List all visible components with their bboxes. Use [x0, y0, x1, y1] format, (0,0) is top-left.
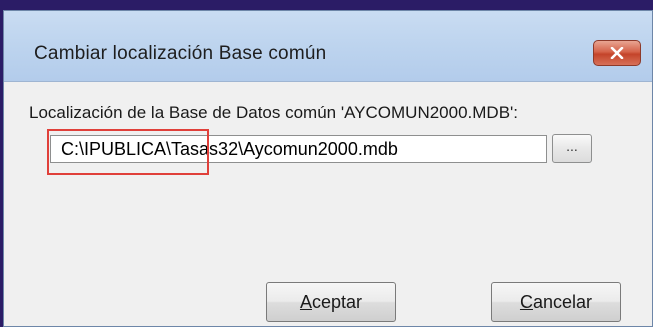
cancel-mnemonic: C [519, 291, 533, 312]
close-icon [610, 47, 624, 59]
location-label: Localización de la Base de Datos común '… [29, 103, 519, 122]
accept-mnemonic: A [299, 291, 312, 312]
close-button[interactable] [593, 40, 641, 66]
cancel-button[interactable]: Cancelar [491, 282, 621, 322]
accept-button[interactable]: Aceptar [266, 282, 396, 322]
browse-button[interactable]: ... [552, 134, 592, 163]
path-input[interactable] [50, 135, 547, 163]
dialog-window: Cambiar localización Base común Localiza… [3, 10, 653, 327]
window-title: Cambiar localización Base común [34, 43, 327, 64]
accept-label-rest: ceptar [311, 291, 363, 312]
dialog-content: Localización de la Base de Datos común '… [4, 82, 652, 326]
title-bar[interactable]: Cambiar localización Base común [4, 11, 652, 82]
cancel-label-rest: ancelar [532, 291, 593, 312]
